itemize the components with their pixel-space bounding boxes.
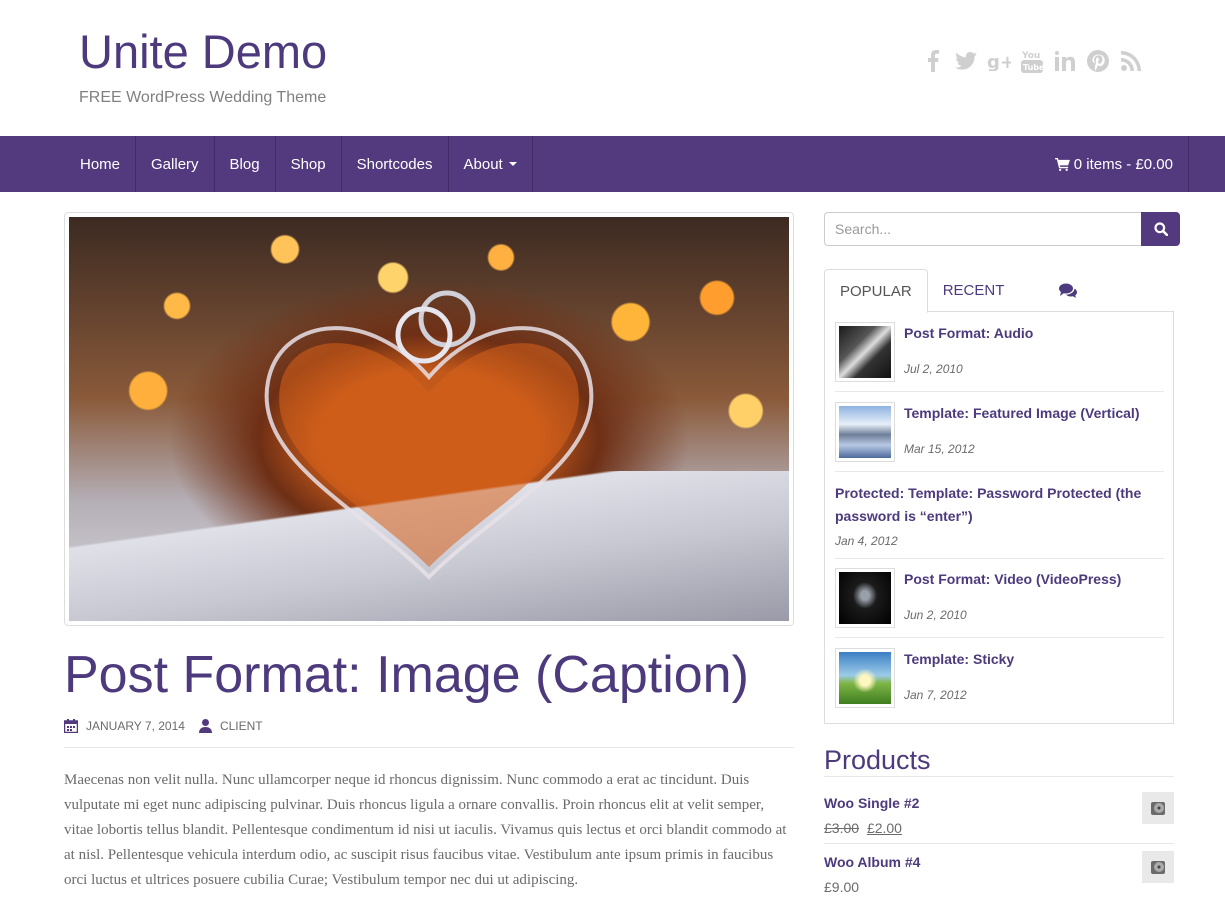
tab-recent[interactable]: RECENT [928,269,1020,312]
popular-post-date: Jan 4, 2012 [835,534,898,548]
product-regular-price: £9.00 [824,879,860,895]
nav-item-home[interactable]: Home [64,136,137,192]
main-navigation: Home Gallery Blog Shop Shortcodes About … [0,136,1225,192]
lake-thumbnail-image [839,406,891,458]
nav-item-blog[interactable]: Blog [215,136,276,192]
featured-image-frame [64,212,794,626]
caret-down-icon [508,162,517,166]
shopping-cart-icon [1054,157,1070,171]
post-author[interactable]: CLIENT [198,716,263,736]
list-item[interactable]: Post Format: Audio Jul 2, 2010 [835,322,1164,392]
nav-item-label: Shop [290,155,326,173]
list-item[interactable]: Template: Featured Image (Vertical) Mar … [835,402,1164,472]
social-links: g+ You Tube [916,45,1147,77]
twitter-icon[interactable] [949,45,982,77]
product-item[interactable]: Woo Album #4 £9.00 [824,851,1174,899]
site-description: FREE WordPress Wedding Theme [79,89,327,106]
search-icon [1153,222,1168,236]
popular-post-date: Jun 2, 2010 [904,608,967,622]
google-plus-icon[interactable]: g+ [982,45,1015,77]
pinterest-icon[interactable] [1081,45,1114,77]
tab-comments[interactable] [1019,269,1117,312]
product-sale-price: £2.00 [866,820,902,836]
search-form [824,212,1180,246]
nav-item-label: Gallery [151,155,199,173]
search-input[interactable] [824,212,1141,246]
post-meta: JANUARY 7, 2014 CLIENT [64,716,794,748]
nav-item-gallery[interactable]: Gallery [136,136,215,192]
cart-link[interactable]: 0 items - £0.00 [1054,136,1189,192]
user-icon [198,719,212,733]
list-item[interactable]: Protected: Template: Password Protected … [835,482,1164,559]
products-widget-title: Products [824,743,1174,777]
popular-post-title[interactable]: Post Format: Video (VideoPress) [904,568,1164,591]
facebook-icon[interactable] [916,45,949,77]
post-thumbnail[interactable] [835,568,895,628]
post-author-text: CLIENT [219,719,263,733]
product-price: £3.00 £2.00 [824,817,1174,839]
post-thumbnail[interactable] [835,402,895,462]
linkedin-icon[interactable] [1048,45,1081,77]
nav-item-label: Shortcodes [356,155,433,173]
heart-illustration [264,290,594,580]
list-item[interactable]: Template: Sticky Jan 7, 2012 [835,648,1164,718]
product-item[interactable]: Woo Single #2 £3.00 £2.00 [824,792,1174,844]
product-old-price: £3.00 [824,820,860,836]
post-thumbnail[interactable] [835,322,895,382]
post-date[interactable]: JANUARY 7, 2014 [64,716,185,736]
cd-product-image [1151,861,1165,874]
tab-popular[interactable]: POPULAR [824,269,928,313]
popular-post-title[interactable]: Template: Sticky [904,648,1164,671]
product-name[interactable]: Woo Single #2 [824,792,1174,814]
product-thumbnail[interactable] [1142,792,1174,824]
nav-item-label: Home [80,155,121,173]
svg-text:Tube: Tube [1023,63,1043,72]
popular-post-title[interactable]: Post Format: Audio [904,322,1164,345]
popular-post-date: Mar 15, 2012 [904,442,975,456]
popular-panel: Post Format: Audio Jul 2, 2010 Template:… [824,311,1174,724]
site-title[interactable]: Unite Demo [79,24,327,80]
list-item[interactable]: Post Format: Video (VideoPress) Jun 2, 2… [835,568,1164,638]
popular-post-title[interactable]: Protected: Template: Password Protected … [835,482,1164,528]
audio-thumbnail-image [839,326,891,378]
popular-recent-tabs: POPULAR RECENT [824,269,1174,313]
nav-menu: Home Gallery Blog Shop Shortcodes About [64,136,533,192]
video-thumbnail-image [839,572,891,624]
product-price: £9.00 [824,876,1174,898]
nav-item-about[interactable]: About [449,136,533,192]
search-button[interactable] [1141,212,1180,246]
nav-item-label: About [463,155,503,173]
popular-post-date: Jan 7, 2012 [904,688,967,702]
popular-post-title[interactable]: Template: Featured Image (Vertical) [904,402,1164,425]
nav-item-shortcodes[interactable]: Shortcodes [342,136,449,192]
post-thumbnail[interactable] [835,648,895,708]
product-name[interactable]: Woo Album #4 [824,851,1174,873]
svg-text:g+: g+ [987,52,1011,71]
rss-icon[interactable] [1114,45,1147,77]
product-thumbnail[interactable] [1142,851,1174,883]
post-excerpt: Maecenas non velit nulla. Nunc ullamcorp… [64,772,787,888]
post-date-text: JANUARY 7, 2014 [86,719,185,733]
featured-image[interactable] [69,217,789,621]
calendar-icon [64,719,78,733]
nav-item-label: Blog [229,155,260,173]
svg-text:You: You [1021,51,1040,61]
cart-label: 0 items - £0.00 [1073,155,1173,173]
popular-post-date: Jul 2, 2010 [904,362,963,376]
cd-product-image [1151,802,1165,815]
tree-thumbnail-image [839,652,891,704]
nav-item-shop[interactable]: Shop [276,136,342,192]
comments-icon [1059,283,1078,298]
youtube-icon[interactable]: You Tube [1015,45,1048,77]
post-title[interactable]: Post Format: Image (Caption) [64,643,749,707]
